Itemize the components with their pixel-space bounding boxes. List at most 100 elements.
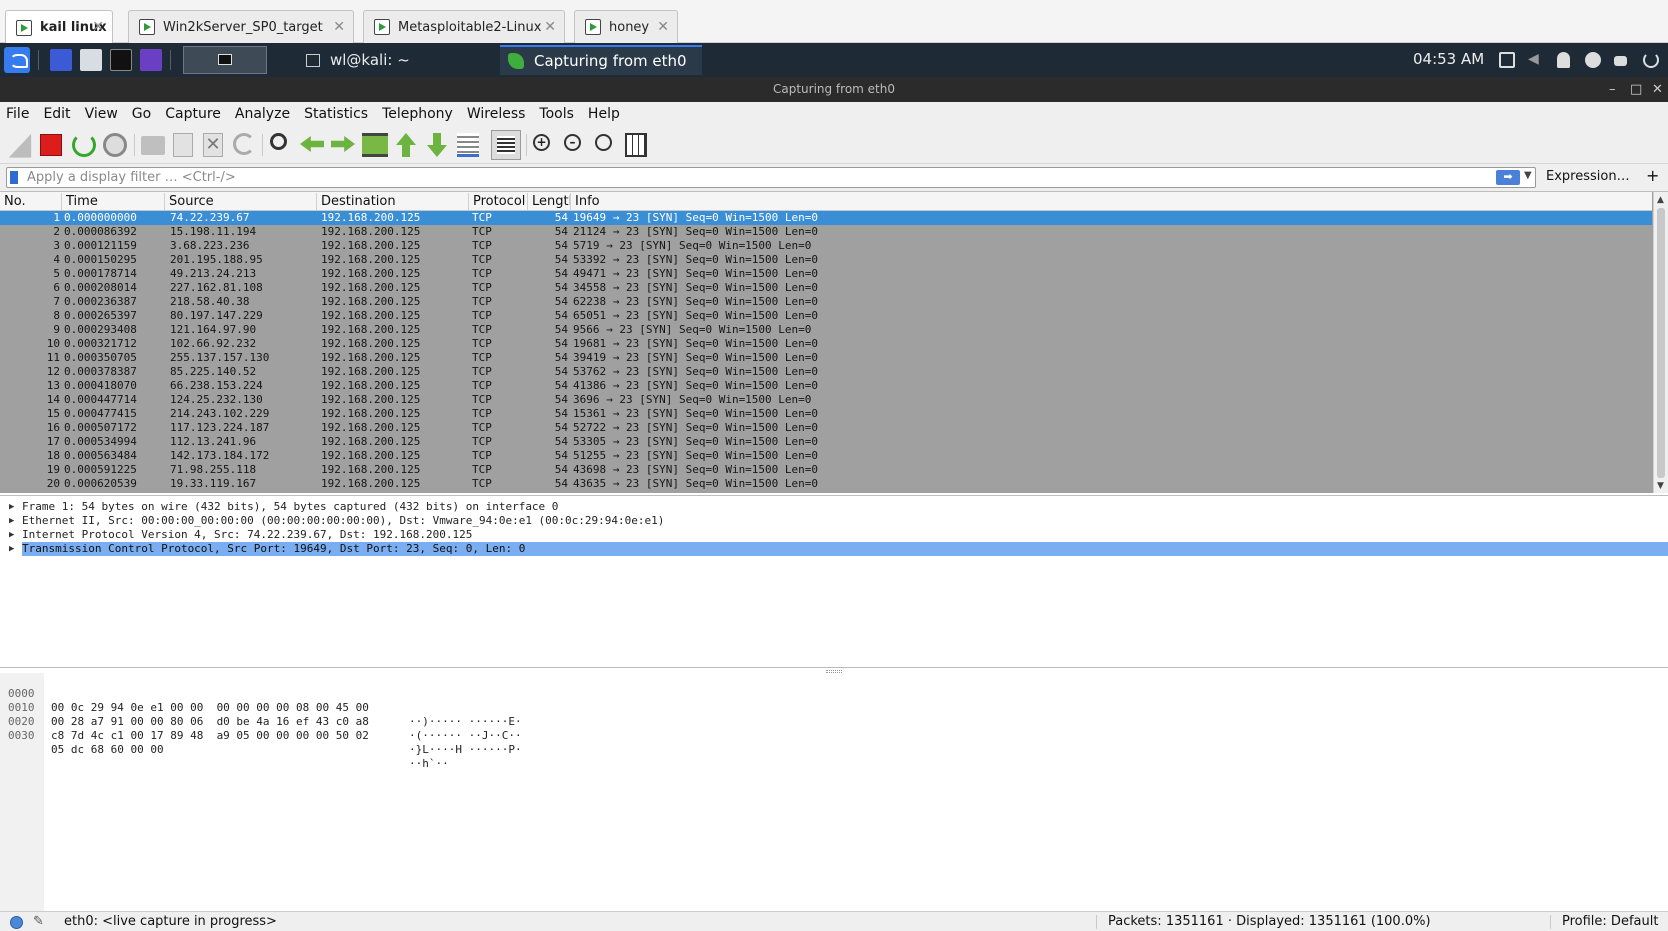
detail-row-frame[interactable]: ▶ Frame 1: 54 bytes on wire (432 bits), … <box>0 500 1668 514</box>
packet-row[interactable]: 2 0.000086392 15.198.11.194 192.168.200.125… <box>0 225 1652 239</box>
menu-telephony[interactable]: Telephony <box>382 106 453 122</box>
restart-capture-icon[interactable] <box>72 133 96 157</box>
workspace-switcher[interactable] <box>183 46 267 74</box>
expand-arrow-icon[interactable]: ▶ <box>9 542 14 556</box>
close-icon[interactable]: ✕ <box>544 19 556 35</box>
close-icon[interactable]: ✕ <box>657 19 669 35</box>
start-capture-icon[interactable] <box>8 133 32 158</box>
packet-row[interactable]: 11 0.000350705 255.137.157.130 192.168.200.… <box>0 351 1652 365</box>
maximize-icon[interactable]: □ <box>1630 77 1642 102</box>
detail-row-ipv4[interactable]: ▶ Internet Protocol Version 4, Src: 74.2… <box>0 528 1668 542</box>
scroll-down-icon[interactable]: ▼ <box>1657 481 1664 491</box>
menu-help[interactable]: Help <box>588 106 620 122</box>
packet-row[interactable]: 17 0.000534994 112.13.241.96 192.168.200.12… <box>0 435 1652 449</box>
menu-file[interactable]: File <box>6 106 29 122</box>
colorize-button[interactable] <box>491 130 521 160</box>
column-header-length[interactable]: Length <box>528 193 571 210</box>
add-filter-button[interactable]: + <box>1646 166 1659 185</box>
capture-comment-icon[interactable]: ✎ <box>33 914 44 929</box>
packet-row[interactable]: 19 0.000591225 71.98.255.118 192.168.200.12… <box>0 463 1652 477</box>
last-packet-icon[interactable] <box>427 133 447 157</box>
close-file-icon[interactable]: ✕ <box>203 133 223 157</box>
first-packet-icon[interactable] <box>396 133 416 157</box>
packet-row[interactable]: 7 0.000236387 218.58.40.38 192.168.200.125 T… <box>0 295 1652 309</box>
clock[interactable]: 04:53 AM <box>1413 50 1484 68</box>
file-manager-icon[interactable] <box>80 49 102 71</box>
zoom-in-icon[interactable]: + <box>533 134 550 151</box>
kali-menu-icon[interactable] <box>4 47 30 73</box>
close-icon[interactable]: ✕ <box>92 19 104 35</box>
expand-arrow-icon[interactable]: ▶ <box>9 528 14 542</box>
expand-arrow-icon[interactable]: ▶ <box>9 500 14 514</box>
terminal-icon[interactable] <box>110 49 132 71</box>
go-to-packet-icon[interactable] <box>362 133 388 157</box>
packet-row[interactable]: 3 0.000121159 3.68.223.236 192.168.200.125 T… <box>0 239 1652 253</box>
packet-row[interactable]: 10 0.000321712 102.66.92.232 192.168.200.12… <box>0 337 1652 351</box>
bytes-ascii[interactable]: ··h`·· <box>409 757 449 771</box>
capture-options-icon[interactable] <box>103 133 127 157</box>
zoom-normal-icon[interactable] <box>595 134 612 151</box>
power-icon[interactable] <box>1643 52 1659 68</box>
packet-row[interactable]: 16 0.000507172 117.123.224.187 192.168.200.… <box>0 421 1652 435</box>
lock-icon[interactable] <box>1614 56 1627 66</box>
packet-row[interactable]: 1 0.000000000 74.22.239.67 192.168.200.125 T… <box>0 211 1652 225</box>
packet-list[interactable]: No. Time Source Destination Protocol Len… <box>0 191 1668 493</box>
detail-row-ethernet[interactable]: ▶ Ethernet II, Src: 00:00:00_00:00:00 (0… <box>0 514 1668 528</box>
bytes-ascii[interactable]: ·}L····H ······P· <box>409 743 522 757</box>
packet-row[interactable]: 8 0.000265397 80.197.147.229 192.168.200.12… <box>0 309 1652 323</box>
reload-file-icon[interactable] <box>233 133 255 155</box>
packet-row[interactable]: 4 0.000150295 201.195.188.95 192.168.200.12… <box>0 253 1652 267</box>
scrollbar-thumb[interactable] <box>1657 208 1665 478</box>
close-icon[interactable]: ✕ <box>333 19 345 35</box>
stop-capture-icon[interactable] <box>40 134 62 156</box>
scroll-up-icon[interactable]: ▲ <box>1657 195 1664 205</box>
browser-icon[interactable] <box>140 49 162 71</box>
menu-statistics[interactable]: Statistics <box>304 106 368 122</box>
workspace-icon[interactable] <box>50 49 72 71</box>
packet-list-scrollbar[interactable]: ▲ ▼ <box>1653 192 1668 493</box>
profile-indicator[interactable]: Profile: Default <box>1562 914 1658 929</box>
packet-row[interactable]: 12 0.000378387 85.225.140.52 192.168.200.12… <box>0 365 1652 379</box>
detail-row-tcp[interactable]: ▶ Transmission Control Protocol, Src Por… <box>0 542 1668 556</box>
zoom-out-icon[interactable]: – <box>564 134 581 151</box>
packet-row[interactable]: 18 0.000563484 142.173.184.172 192.168.200.… <box>0 449 1652 463</box>
menu-go[interactable]: Go <box>132 106 151 122</box>
go-forward-icon[interactable] <box>331 136 355 152</box>
minimize-icon[interactable]: – <box>1609 77 1616 102</box>
packet-row[interactable]: 13 0.000418070 66.238.153.224 192.168.200.1… <box>0 379 1652 393</box>
notification-bell-icon[interactable] <box>1557 52 1570 68</box>
display-icon[interactable] <box>1499 52 1515 68</box>
packet-row[interactable]: 20 0.000620539 19.33.119.167 192.168.200.12… <box>0 477 1652 491</box>
bytes-hex[interactable]: 05 dc 68 60 00 00 <box>51 743 164 757</box>
menu-edit[interactable]: Edit <box>43 106 70 122</box>
packet-row[interactable]: 5 0.000178714 49.213.24.213 192.168.200.125… <box>0 267 1652 281</box>
save-file-icon[interactable] <box>173 133 193 157</box>
vm-tab-metasploitable[interactable]: Metasploitable2-Linux ✕ <box>363 10 565 43</box>
bytes-hex[interactable]: c8 7d 4c c1 00 17 89 48 a9 05 00 00 00 0… <box>51 729 369 743</box>
menu-tools[interactable]: Tools <box>539 106 574 122</box>
packet-details-pane[interactable]: ▶ Frame 1: 54 bytes on wire (432 bits), … <box>0 495 1668 668</box>
packet-row[interactable]: 6 0.000208014 227.162.81.108 192.168.200.12… <box>0 281 1652 295</box>
packet-row[interactable]: 14 0.000447714 124.25.232.130 192.168.200.1… <box>0 393 1652 407</box>
packet-row[interactable]: 15 0.000477415 214.243.102.229 192.168.200.… <box>0 407 1652 421</box>
packet-row[interactable]: 9 0.000293408 121.164.97.90 192.168.200.125… <box>0 323 1652 337</box>
filter-history-dropdown-icon[interactable]: ▼ <box>1524 170 1532 181</box>
go-back-icon[interactable] <box>300 136 324 152</box>
taskbar-terminal[interactable]: wl@kali: ~ <box>306 47 482 73</box>
bytes-hex[interactable]: 00 28 a7 91 00 00 80 06 d0 be 4a 16 ef 4… <box>51 715 369 729</box>
display-filter-input[interactable]: Apply a display filter … <Ctrl-/> <box>6 167 1536 188</box>
menu-wireless[interactable]: Wireless <box>467 106 526 122</box>
vm-tab-win2k[interactable]: Win2kServer_SP0_target ✕ <box>128 10 354 43</box>
vm-tab-honey[interactable]: honey ✕ <box>574 10 678 43</box>
menu-view[interactable]: View <box>85 106 118 122</box>
volume-icon[interactable]: ◀ <box>1528 51 1544 67</box>
column-header-destination[interactable]: Destination <box>317 193 469 210</box>
expression-button[interactable]: Expression… <box>1546 169 1630 184</box>
autoscroll-icon[interactable] <box>457 133 479 157</box>
expert-info-icon[interactable] <box>10 916 23 929</box>
column-header-protocol[interactable]: Protocol <box>469 193 528 210</box>
bytes-ascii[interactable]: ··)····· ······E· <box>409 715 522 729</box>
menu-capture[interactable]: Capture <box>165 106 221 122</box>
close-icon[interactable]: ✕ <box>1652 77 1663 102</box>
column-header-time[interactable]: Time <box>62 193 165 210</box>
